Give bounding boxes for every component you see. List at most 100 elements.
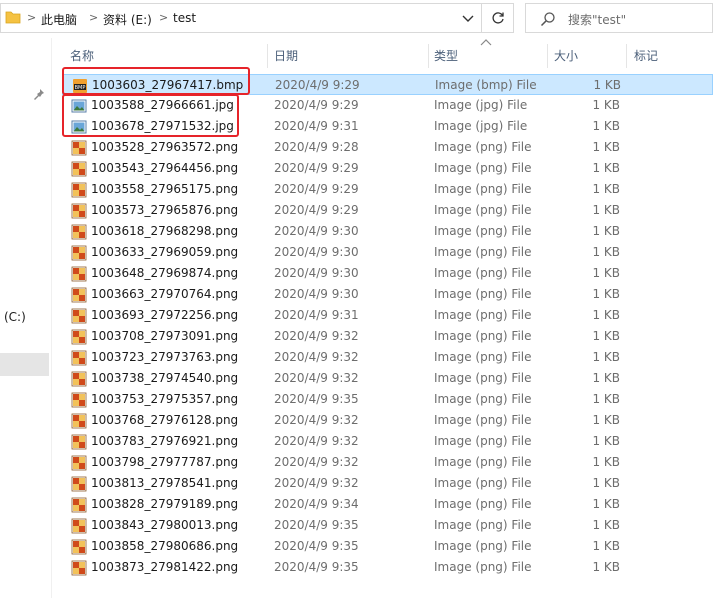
file-row[interactable]: 1003708_27973091.png 2020/4/9 9:32 Image (…	[62, 326, 713, 347]
column-divider[interactable]	[547, 44, 548, 68]
file-size: 1 KB	[592, 308, 620, 322]
png-file-icon	[71, 539, 87, 555]
file-row[interactable]: 1003633_27969059.png 2020/4/9 9:30 Image (…	[62, 242, 713, 263]
sort-ascending-icon	[480, 39, 492, 46]
file-row[interactable]: 1003843_27980013.png 2020/4/9 9:35 Image (…	[62, 515, 713, 536]
file-row[interactable]: 1003738_27974540.png 2020/4/9 9:32 Image (…	[62, 368, 713, 389]
file-row[interactable]: 1003693_27972256.png 2020/4/9 9:31 Image (…	[62, 305, 713, 326]
file-size: 1 KB	[592, 392, 620, 406]
png-file-icon	[71, 350, 87, 366]
file-row[interactable]: 1003753_27975357.png 2020/4/9 9:35 Image (…	[62, 389, 713, 410]
search-box[interactable]: 搜索"test"	[525, 3, 713, 33]
column-header-type[interactable]: 类型	[434, 47, 458, 64]
address-dropdown-button[interactable]	[457, 9, 479, 29]
png-file-icon	[71, 476, 87, 492]
png-file-icon	[71, 203, 87, 219]
file-row[interactable]: 1003828_27979189.png 2020/4/9 9:34 Image (…	[62, 494, 713, 515]
file-type: Image (png) File	[434, 539, 532, 553]
column-divider[interactable]	[428, 44, 429, 68]
file-size: 1 KB	[592, 497, 620, 511]
png-file-icon	[71, 287, 87, 303]
file-row[interactable]: 1003768_27976128.png 2020/4/9 9:32 Image (…	[62, 410, 713, 431]
chevron-right-icon[interactable]: >	[27, 11, 36, 24]
file-row[interactable]: 1003618_27968298.png 2020/4/9 9:30 Image (…	[62, 221, 713, 242]
column-divider[interactable]	[626, 44, 627, 68]
column-divider[interactable]	[267, 44, 268, 68]
file-date: 2020/4/9 9:35	[274, 560, 359, 574]
png-file-icon	[71, 266, 87, 282]
chevron-right-icon[interactable]: >	[159, 11, 168, 24]
nav-item-selected[interactable]	[0, 353, 49, 376]
file-date: 2020/4/9 9:29	[274, 161, 359, 175]
file-name: 1003873_27981422.png	[91, 560, 239, 574]
file-size: 1 KB	[592, 476, 620, 490]
file-date: 2020/4/9 9:29	[274, 203, 359, 217]
file-size: 1 KB	[592, 455, 620, 469]
png-file-icon	[71, 434, 87, 450]
file-type: Image (png) File	[434, 203, 532, 217]
file-name: 1003618_27968298.png	[91, 224, 239, 238]
file-row[interactable]: 1003558_27965175.png 2020/4/9 9:29 Image (…	[62, 179, 713, 200]
file-name: 1003783_27976921.png	[91, 434, 239, 448]
file-type: Image (png) File	[434, 476, 532, 490]
column-header-tags[interactable]: 标记	[634, 47, 658, 64]
png-file-icon	[71, 140, 87, 156]
chevron-right-icon[interactable]: >	[89, 11, 98, 24]
file-row[interactable]: 1003873_27981422.png 2020/4/9 9:35 Image (…	[62, 557, 713, 578]
address-bar[interactable]: > 此电脑 > 资料 (E:) > test	[0, 3, 482, 33]
file-name: 1003603_27967417.bmp	[92, 78, 244, 92]
file-size: 1 KB	[592, 266, 620, 280]
file-name: 1003738_27974540.png	[91, 371, 239, 385]
file-row[interactable]: 1003678_27971532.jpg 2020/4/9 9:31 Image (…	[62, 116, 713, 137]
column-header-name[interactable]: 名称	[70, 47, 94, 64]
file-row[interactable]: 1003813_27978541.png 2020/4/9 9:32 Image (…	[62, 473, 713, 494]
pin-icon[interactable]	[33, 88, 45, 100]
file-date: 2020/4/9 9:32	[274, 329, 359, 343]
file-type: Image (png) File	[434, 392, 532, 406]
file-type: Image (png) File	[434, 182, 532, 196]
file-type: Image (png) File	[434, 413, 532, 427]
file-size: 1 KB	[593, 78, 621, 92]
file-type: Image (png) File	[434, 434, 532, 448]
file-size: 1 KB	[592, 539, 620, 553]
file-date: 2020/4/9 9:28	[274, 140, 359, 154]
file-row[interactable]: 1003528_27963572.png 2020/4/9 9:28 Image (…	[62, 137, 713, 158]
file-name: 1003588_27966661.jpg	[91, 98, 234, 112]
file-size: 1 KB	[592, 119, 620, 133]
file-row[interactable]: BMP 1003603_27967417.bmp 2020/4/9 9:29 Imag…	[62, 74, 713, 95]
file-row[interactable]: 1003723_27973763.png 2020/4/9 9:32 Image (…	[62, 347, 713, 368]
navigation-pane[interactable]: (C:)	[0, 38, 52, 598]
column-header-size[interactable]: 大小	[554, 47, 578, 64]
breadcrumb-this-pc[interactable]: 此电脑	[41, 11, 77, 28]
file-date: 2020/4/9 9:32	[274, 371, 359, 385]
file-size: 1 KB	[592, 371, 620, 385]
nav-item-drive-c[interactable]: (C:)	[4, 310, 26, 324]
file-type: Image (png) File	[434, 161, 532, 175]
png-file-icon	[71, 413, 87, 429]
file-row[interactable]: 1003783_27976921.png 2020/4/9 9:32 Image (…	[62, 431, 713, 452]
file-date: 2020/4/9 9:32	[274, 350, 359, 364]
file-size: 1 KB	[592, 287, 620, 301]
file-name: 1003558_27965175.png	[91, 182, 239, 196]
file-type: Image (png) File	[434, 287, 532, 301]
svg-text:BMP: BMP	[75, 85, 86, 91]
file-date: 2020/4/9 9:31	[274, 308, 359, 322]
file-row[interactable]: 1003858_27980686.png 2020/4/9 9:35 Image (…	[62, 536, 713, 557]
file-row[interactable]: 1003543_27964456.png 2020/4/9 9:29 Image (…	[62, 158, 713, 179]
breadcrumb-test[interactable]: test	[173, 11, 196, 25]
file-type: Image (jpg) File	[434, 98, 528, 112]
file-row[interactable]: 1003798_27977787.png 2020/4/9 9:32 Image (…	[62, 452, 713, 473]
file-name: 1003708_27973091.png	[91, 329, 239, 343]
breadcrumb-drive-e[interactable]: 资料 (E:)	[103, 11, 152, 28]
file-size: 1 KB	[592, 518, 620, 532]
refresh-button[interactable]	[482, 3, 514, 33]
file-row[interactable]: 1003663_27970764.png 2020/4/9 9:30 Image (…	[62, 284, 713, 305]
file-size: 1 KB	[592, 245, 620, 259]
file-type: Image (png) File	[434, 140, 532, 154]
column-header-date[interactable]: 日期	[274, 47, 298, 64]
file-row[interactable]: 1003648_27969874.png 2020/4/9 9:30 Image (…	[62, 263, 713, 284]
file-row[interactable]: 1003573_27965876.png 2020/4/9 9:29 Image (…	[62, 200, 713, 221]
file-row[interactable]: 1003588_27966661.jpg 2020/4/9 9:29 Image (…	[62, 95, 713, 116]
file-type: Image (jpg) File	[434, 119, 528, 133]
file-date: 2020/4/9 9:30	[274, 224, 359, 238]
